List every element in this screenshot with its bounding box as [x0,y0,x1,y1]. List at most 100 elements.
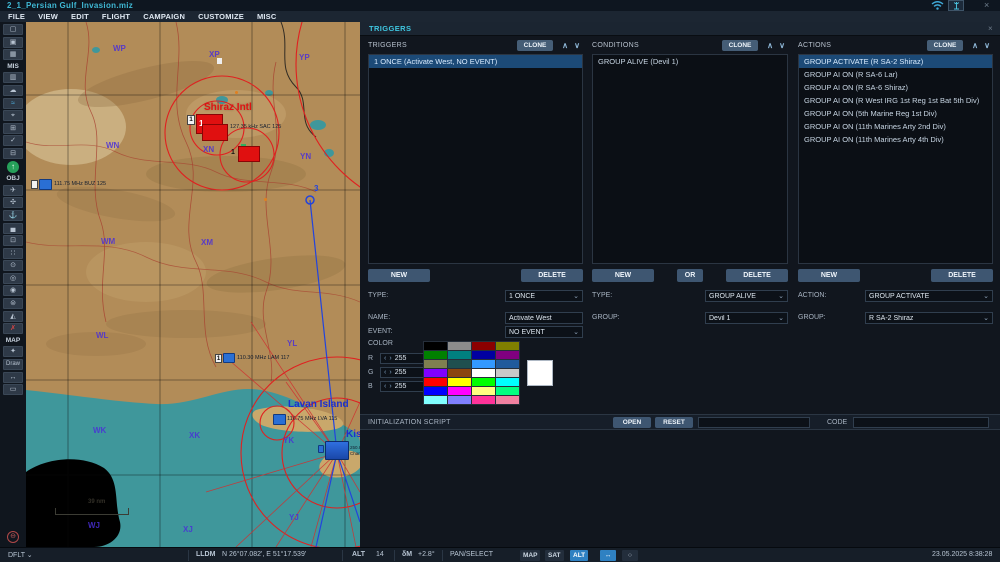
menu-customize[interactable]: CUSTOMIZE [198,12,244,21]
palette-swatch[interactable] [496,369,519,377]
lavan-airport-icon[interactable] [273,414,286,425]
palette-swatch[interactable] [496,396,519,404]
new-button[interactable]: NEW [798,269,860,282]
dropdown-event[interactable]: NO EVENT ⌄ [505,326,583,338]
clock-icon[interactable]: ○ [622,550,638,561]
list-item[interactable]: 1 ONCE (Activate West, NO EVENT) [369,55,582,68]
move-up-icon[interactable]: ∧ [969,40,981,51]
key-icon[interactable]: ✦ [3,346,23,358]
move-up-icon[interactable]: ∧ [559,40,571,51]
palette-swatch[interactable] [472,360,495,368]
list-item[interactable]: GROUP AI ON (R SA-6 Lar) [799,68,992,81]
palette-swatch[interactable] [448,378,471,386]
panel-close-icon[interactable]: × [988,24,993,33]
coord-format-label[interactable]: LLDM [196,551,215,558]
bushehr-airport-icon[interactable] [39,179,52,190]
palette-swatch[interactable] [472,342,495,350]
palette-swatch[interactable] [496,387,519,395]
id-icon[interactable]: ⊜ [3,298,23,310]
move-down-icon[interactable]: ∨ [571,40,583,51]
displays-icon[interactable]: ⊞ [3,122,23,134]
static-object-icon[interactable]: ⊡ [3,235,23,247]
palette-swatch[interactable] [472,369,495,377]
palette-swatch[interactable] [448,342,471,350]
marker-icon[interactable]: ◉ [3,285,23,297]
palette-swatch[interactable] [424,351,447,359]
palette-swatch[interactable] [496,378,519,386]
menu-campaign[interactable]: CAMPAIGN [143,12,185,21]
input-name[interactable]: Activate West [505,312,583,324]
delete-button[interactable]: DELETE [931,269,993,282]
palette-swatch[interactable] [448,396,471,404]
red-unit-sam-site-2[interactable] [202,124,228,141]
save-mission-icon[interactable]: ▦ [3,49,23,61]
list-item[interactable]: GROUP ACTIVATE (R SA-2 Shiraz) [799,55,992,68]
palette-swatch[interactable] [424,396,447,404]
menu-view[interactable]: VIEW [38,12,58,21]
measure-icon[interactable]: ↔ [3,371,23,383]
trigger-zone-icon[interactable]: ⊙ [3,260,23,272]
helicopter-icon[interactable]: ✣ [3,197,23,209]
palette-swatch[interactable] [448,387,471,395]
kish-unit-icon[interactable] [325,441,349,460]
briefing-icon[interactable]: ▥ [3,72,23,84]
clone-action-button[interactable]: CLONE [927,39,963,51]
delete-object-icon[interactable]: ✗ [3,323,23,335]
palette-swatch[interactable] [424,342,447,350]
window-close-icon[interactable]: × [984,0,989,10]
palette-swatch[interactable] [448,369,471,377]
dropdown-type[interactable]: GROUP ALIVE ⌄ [705,290,788,302]
bullseye-icon[interactable]: ◎ [3,272,23,284]
palette-swatch[interactable] [472,378,495,386]
new-button[interactable]: NEW [368,269,430,282]
menu-file[interactable]: FILE [8,12,25,21]
palette-swatch[interactable] [424,360,447,368]
palette-swatch[interactable] [496,342,519,350]
reset-button[interactable]: RESET [655,417,693,428]
palette-swatch[interactable] [496,351,519,359]
map-view-button[interactable]: MAP [520,550,541,561]
shapes-icon[interactable]: ◭ [3,310,23,322]
map-canvas[interactable]: WP XP YP WN XN YN WM XM WL YL WK XK YK WJ XJ YJ Shiraz … [26,22,360,547]
dropdown-group[interactable]: R SA-2 Shiraz ⌄ [865,312,993,324]
spawn-icon[interactable]: ↑ [7,160,19,173]
list-item[interactable]: GROUP AI ON (R West IRG 1st Reg 1st Bat … [799,94,992,107]
palette-swatch[interactable] [424,378,447,386]
clone-condition-button[interactable]: CLONE [722,39,758,51]
lamerd-airport-icon[interactable] [223,353,235,363]
code-input[interactable] [853,417,989,428]
alt-view-button[interactable]: ALT [570,550,589,561]
dropdown-group[interactable]: Devil 1 ⌄ [705,312,788,324]
palette-swatch[interactable] [472,396,495,404]
palette-swatch[interactable] [448,360,471,368]
move-down-icon[interactable]: ∨ [981,40,993,51]
palette-swatch[interactable] [496,360,519,368]
red-unit-group[interactable]: 1 [231,144,260,162]
airplane-icon[interactable]: ✈ [3,184,23,196]
gate-icon[interactable]: ⌖ [3,110,23,122]
exit-button[interactable]: ⊖ [7,531,19,543]
menu-edit[interactable]: EDIT [71,12,89,21]
goals-icon[interactable]: ✓ [3,135,23,147]
palette-swatch[interactable] [472,387,495,395]
palette-swatch[interactable] [424,369,447,377]
dropdown-action[interactable]: GROUP ACTIVATE ⌄ [865,290,993,302]
new-button[interactable]: NEW [592,269,654,282]
rect-icon[interactable]: ▭ [3,384,23,396]
ship-icon[interactable]: ⚓ [3,209,23,221]
open-button[interactable]: OPEN [613,417,651,428]
palette-swatch[interactable] [424,387,447,395]
move-up-icon[interactable]: ∧ [764,40,776,51]
ruler-tool-icon[interactable]: ↔ [600,550,616,561]
draw-button[interactable]: Draw [3,359,23,371]
menu-misc[interactable]: MISC [257,12,277,21]
list-item[interactable]: GROUP ALIVE (Devil 1) [593,55,787,68]
routes-icon[interactable]: ≈ [3,97,23,109]
farp-icon[interactable]: ∷ [3,247,23,259]
list-item[interactable]: GROUP AI ON (11th Marines Arty 4th Div) [799,133,992,146]
or-button[interactable]: OR [677,269,703,282]
vehicle-icon[interactable]: ▄ [3,222,23,234]
new-mission-icon[interactable]: ▢ [3,24,23,35]
move-down-icon[interactable]: ∨ [776,40,788,51]
sat-view-button[interactable]: SAT [545,550,564,561]
